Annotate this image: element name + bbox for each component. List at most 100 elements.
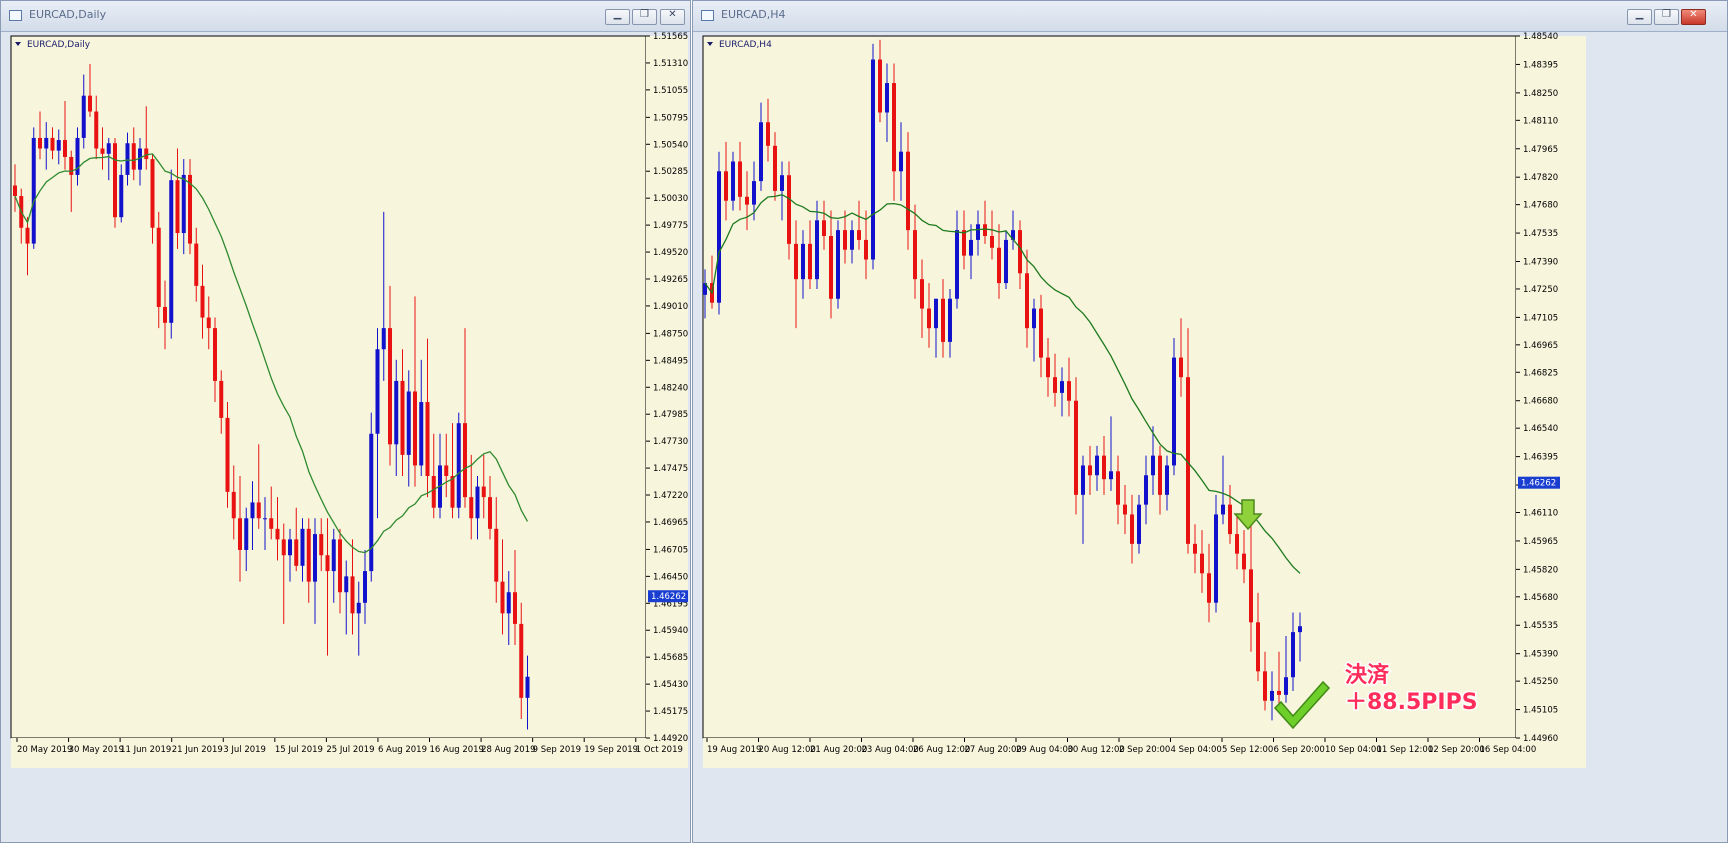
bear-candle [225,417,230,492]
y-tick-label: 1.46450 [653,572,688,582]
y-tick-label: 1.45965 [1523,537,1558,547]
daily-window-titlebar[interactable]: EURCAD,Daily ▁ ❐ ✕ [1,1,690,32]
daily-chart-area[interactable]: EURCAD,Daily 1.51565 1.51310 1.51055 1.50795… [3,32,716,846]
daily-candlestick-chart[interactable]: EURCAD,Daily 1.51565 1.51310 1.51055 1.50795… [3,32,716,842]
bull-candle [119,174,124,218]
bull-candle [836,230,840,299]
bear-candle [338,539,342,593]
bull-candle [899,151,903,172]
plot-background [10,35,647,739]
close-button[interactable]: ✕ [660,9,685,25]
y-tick-label: 1.51565 [653,32,688,42]
minimize-button[interactable]: ▁ [605,9,630,25]
bull-candle [731,161,735,201]
bull-candle [1298,626,1302,633]
bear-candle [927,308,931,329]
bull-candle [363,571,367,603]
bull-candle [759,122,763,182]
x-tick-label: 30 Aug 12:00 [1068,745,1125,755]
bull-candle [1144,475,1148,505]
y-tick-label: 1.46825 [1523,368,1558,378]
y-tick-label: 1.46680 [1523,397,1558,407]
bull-candle [1172,357,1176,466]
bear-candle [38,137,42,149]
x-tick-label: 10 Sep 04:00 [1325,745,1382,755]
bull-candle [331,539,336,572]
x-tick-label: 21 Jun 2019 [172,745,223,755]
bear-candle [463,423,467,498]
minimize-button[interactable]: ▁ [1627,9,1652,25]
y-tick-label: 1.51310 [653,59,688,69]
bear-candle [500,581,505,614]
h4-window-title: EURCAD,H4 [721,8,786,21]
bear-candle [1130,514,1134,544]
close-icon: ✕ [1689,9,1698,20]
h4-chart-area[interactable]: EURCAD,H4 1.48540 1.48395 1.48250 1.48110 1.4… [695,32,1725,846]
x-tick-label: 29 Aug 04:00 [1016,745,1073,755]
close-button[interactable]: ✕ [1681,9,1706,25]
bear-candle [724,171,728,201]
y-tick-label: 1.50030 [653,194,688,204]
bull-candle [125,143,130,175]
x-tick-label: 27 Aug 20:00 [965,745,1022,755]
bull-candle [976,224,980,240]
y-tick-label: 1.47475 [653,464,688,474]
x-tick-label: 16 Sep 04:00 [1480,745,1537,755]
bear-candle [156,227,161,307]
bear-candle [175,180,180,234]
y-tick-label: 1.44920 [653,734,688,744]
y-tick-label: 1.48250 [1523,89,1558,99]
y-tick-label: 1.47820 [1523,173,1558,183]
bull-candle [250,502,255,519]
bull-candle [969,239,973,256]
bear-candle [269,518,274,529]
y-tick-label: 1.48750 [653,329,688,339]
bear-candle [829,236,833,299]
bull-candle [506,592,511,614]
y-tick-label: 1.45680 [1523,593,1558,603]
h4-chart-window[interactable]: EURCAD,H4 ▁ ❐ ✕ EURCAD,H4 1.48540 1.48395 1… [692,0,1728,843]
y-tick-label: 1.49520 [653,248,688,258]
x-tick-label: 1 Oct 2019 [636,745,683,755]
bear-candle [878,59,882,113]
bull-candle [850,230,854,250]
h4-candlestick-chart[interactable]: EURCAD,H4 1.48540 1.48395 1.48250 1.48110 1.4… [695,32,1725,842]
y-tick-label: 1.48110 [1523,116,1558,126]
current-price-label: 1.46262 [651,592,686,602]
h4-window-titlebar[interactable]: EURCAD,H4 ▁ ❐ ✕ [693,1,1727,32]
bull-candle [81,95,86,138]
y-tick-label: 1.45390 [1523,650,1558,660]
restore-button[interactable]: ❐ [1654,9,1679,25]
chart-symbol-label: EURCAD,Daily [27,40,91,50]
bull-candle [955,230,959,299]
x-tick-label: 6 Sep 20:00 [1274,745,1325,755]
bear-candle [1067,381,1071,401]
bull-candle [815,220,819,280]
y-tick-label: 1.47390 [1523,258,1558,268]
y-tick-label: 1.47985 [653,410,688,420]
bull-candle [356,602,361,614]
bull-candle [406,391,411,455]
bull-candle [1081,465,1085,495]
bear-candle [231,491,236,519]
restore-button[interactable]: ❐ [632,9,657,25]
minimize-icon: ▁ [1635,9,1644,20]
y-tick-label: 1.46705 [653,545,688,555]
x-tick-label: 20 Aug 12:00 [759,745,816,755]
bear-candle [857,230,861,240]
y-tick-label: 1.46965 [1523,341,1558,351]
bear-candle [808,243,812,280]
bear-candle [238,518,242,550]
bear-candle [906,151,910,231]
bear-candle [206,317,211,329]
bear-candle [131,143,136,170]
y-tick-label: 1.47250 [1523,285,1558,295]
bull-candle [394,380,399,445]
bear-candle [431,476,436,508]
settlement-label: 決済 [1345,662,1390,688]
y-tick-label: 1.49265 [653,275,688,285]
bear-candle [1158,455,1162,495]
bull-candle [181,174,186,234]
y-tick-label: 1.45105 [1523,706,1558,716]
daily-chart-window[interactable]: EURCAD,Daily ▁ ❐ ✕ EURCAD,Daily 1.51565 1.… [0,0,716,846]
